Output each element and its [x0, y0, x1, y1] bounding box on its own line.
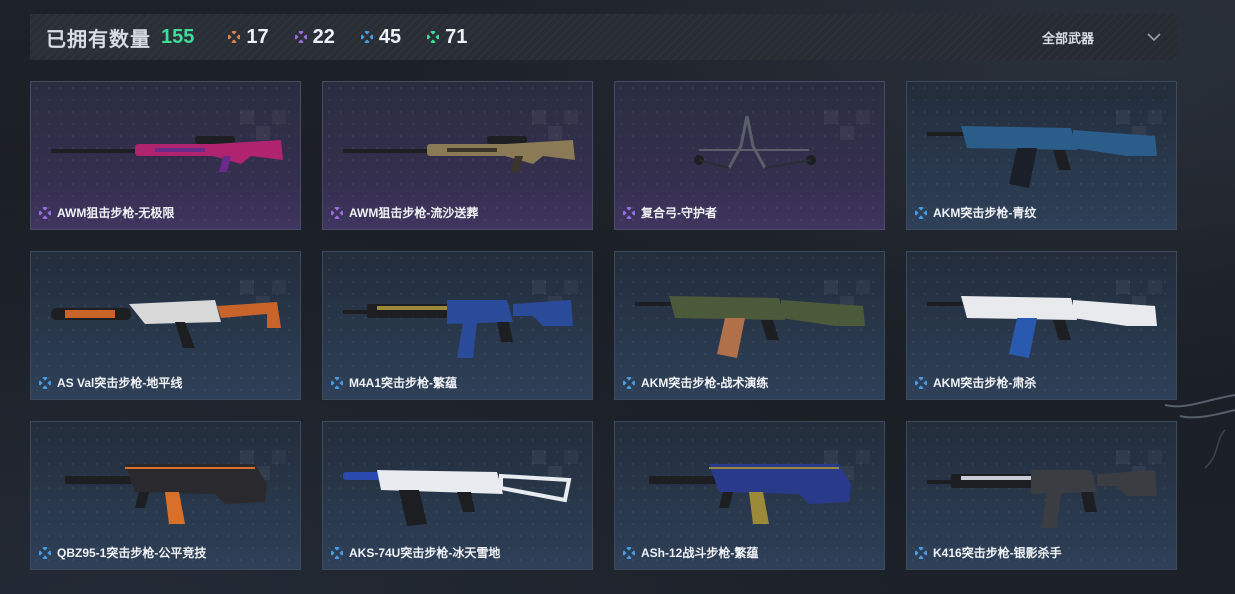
blue-gem-icon: [915, 206, 927, 219]
weapon-name: 复合弓-守护者: [641, 206, 717, 220]
weapon-image: [65, 464, 267, 524]
owned-label: 已拥有数量: [46, 28, 151, 51]
weapon-name: M4A1突击步枪-繁蕴: [349, 376, 458, 390]
rarity-stat-count: 71: [445, 25, 468, 48]
weapon-card[interactable]: AKS-74U突击步枪-冰天雪地: [322, 421, 593, 570]
weapon-name: ASh-12战斗步枪-繁蕴: [641, 546, 759, 560]
purple-gem-icon: [294, 31, 307, 43]
blue-gem-icon: [915, 376, 927, 389]
weapon-card[interactable]: 复合弓-守护者: [614, 81, 885, 230]
weapon-filter-dropdown[interactable]: 全部武器: [1042, 14, 1094, 60]
weapon-card[interactable]: AWM狙击步枪-无极限: [30, 81, 301, 230]
rarity-stat-count: 22: [312, 25, 335, 48]
rarity-stat-count: 17: [246, 25, 269, 48]
chevron-down-icon[interactable]: [1146, 29, 1162, 45]
weapon-name-row: ASh-12战斗步枪-繁蕴: [623, 544, 758, 561]
weapon-name-row: AKS-74U突击步枪-冰天雪地: [331, 544, 500, 561]
rarity-stat: 22: [294, 25, 335, 49]
weapon-name-row: AKM突击步枪-战术演练: [623, 374, 768, 391]
weapon-card[interactable]: K416突击步枪-银影杀手: [906, 421, 1177, 570]
rarity-stat-count: 45: [378, 25, 402, 48]
weapon-card[interactable]: M4A1突击步枪-繁蕴: [322, 251, 593, 400]
blue-gem-icon: [915, 546, 927, 559]
blue-gem-icon: [39, 546, 51, 559]
weapon-image: [343, 136, 575, 172]
weapon-name-row: AWM狙击步枪-无极限: [39, 204, 174, 221]
weapon-image: [927, 470, 1157, 528]
inventory-summary-bar: 已拥有数量 155 17 22 45 71 全部武器: [30, 14, 1177, 60]
weapon-name: AS Val突击步枪-地平线: [57, 376, 183, 390]
rarity-stat: 71: [427, 26, 467, 49]
weapon-name-row: AWM狙击步枪-流沙送葬: [331, 204, 478, 221]
purple-gem-icon: [331, 206, 343, 219]
weapon-name-row: AKM突击步枪-肃杀: [915, 374, 1036, 391]
weapon-card[interactable]: ASh-12战斗步枪-繁蕴: [614, 421, 885, 570]
weapon-name-row: 复合弓-守护者: [623, 204, 717, 221]
weapon-image: [343, 300, 573, 358]
weapon-name: QBZ95-1突击步枪-公平竞技: [57, 546, 207, 560]
weapon-image: [927, 296, 1157, 358]
green-gem-icon: [427, 31, 440, 43]
purple-gem-icon: [39, 206, 51, 219]
weapon-name: AKM突击步枪-战术演练: [641, 376, 769, 390]
weapon-name-row: M4A1突击步枪-繁蕴: [331, 374, 457, 391]
weapon-card[interactable]: AS Val突击步枪-地平线: [30, 251, 301, 400]
weapon-image: [649, 464, 851, 524]
weapon-card[interactable]: AKM突击步枪-肃杀: [906, 251, 1177, 400]
blue-gem-icon: [360, 31, 373, 43]
weapon-name: AKM突击步枪-肃杀: [933, 376, 1037, 390]
weapon-name: AKS-74U突击步枪-冰天雪地: [349, 546, 501, 560]
weapon-image: [927, 126, 1157, 188]
weapon-card[interactable]: AKM突击步枪-青纹: [906, 81, 1177, 230]
weapon-name-row: QBZ95-1突击步枪-公平竞技: [39, 544, 206, 561]
rarity-stat: 45: [360, 25, 402, 49]
purple-gem-icon: [623, 206, 635, 219]
weapon-name: K416突击步枪-银影杀手: [933, 546, 1062, 560]
weapon-card[interactable]: AWM狙击步枪-流沙送葬: [322, 81, 593, 230]
weapon-image: [635, 296, 865, 358]
rarity-stats: 17 22 45 71: [194, 26, 467, 49]
rarity-stat: 17: [228, 25, 269, 49]
weapon-filter-label: 全部武器: [1042, 30, 1095, 46]
blue-gem-icon: [331, 546, 343, 559]
blue-gem-icon: [623, 376, 635, 389]
weapon-image: [694, 115, 816, 169]
weapon-grid: AWM狙击步枪-无极限 AWM狙击步枪-流沙送葬 复合弓-守护者 AKM突击步枪-青纹…: [30, 81, 1178, 571]
weapon-name-row: AS Val突击步枪-地平线: [39, 374, 182, 391]
blue-gem-icon: [331, 376, 343, 389]
weapon-name: AWM狙击步枪-流沙送葬: [349, 206, 479, 220]
weapon-image: [51, 136, 283, 172]
weapon-name-row: K416突击步枪-银影杀手: [915, 544, 1062, 561]
owned-count: 155: [161, 25, 195, 48]
orange-gem-icon: [228, 31, 241, 43]
blue-gem-icon: [39, 376, 51, 389]
weapon-image: [51, 300, 281, 348]
weapon-name: AWM狙击步枪-无极限: [57, 206, 175, 220]
weapon-name: AKM突击步枪-青纹: [933, 206, 1037, 220]
weapon-card[interactable]: AKM突击步枪-战术演练: [614, 251, 885, 400]
weapon-card[interactable]: QBZ95-1突击步枪-公平竞技: [30, 421, 301, 570]
blue-gem-icon: [623, 546, 635, 559]
weapon-name-row: AKM突击步枪-青纹: [915, 204, 1036, 221]
weapon-image: [343, 470, 572, 526]
